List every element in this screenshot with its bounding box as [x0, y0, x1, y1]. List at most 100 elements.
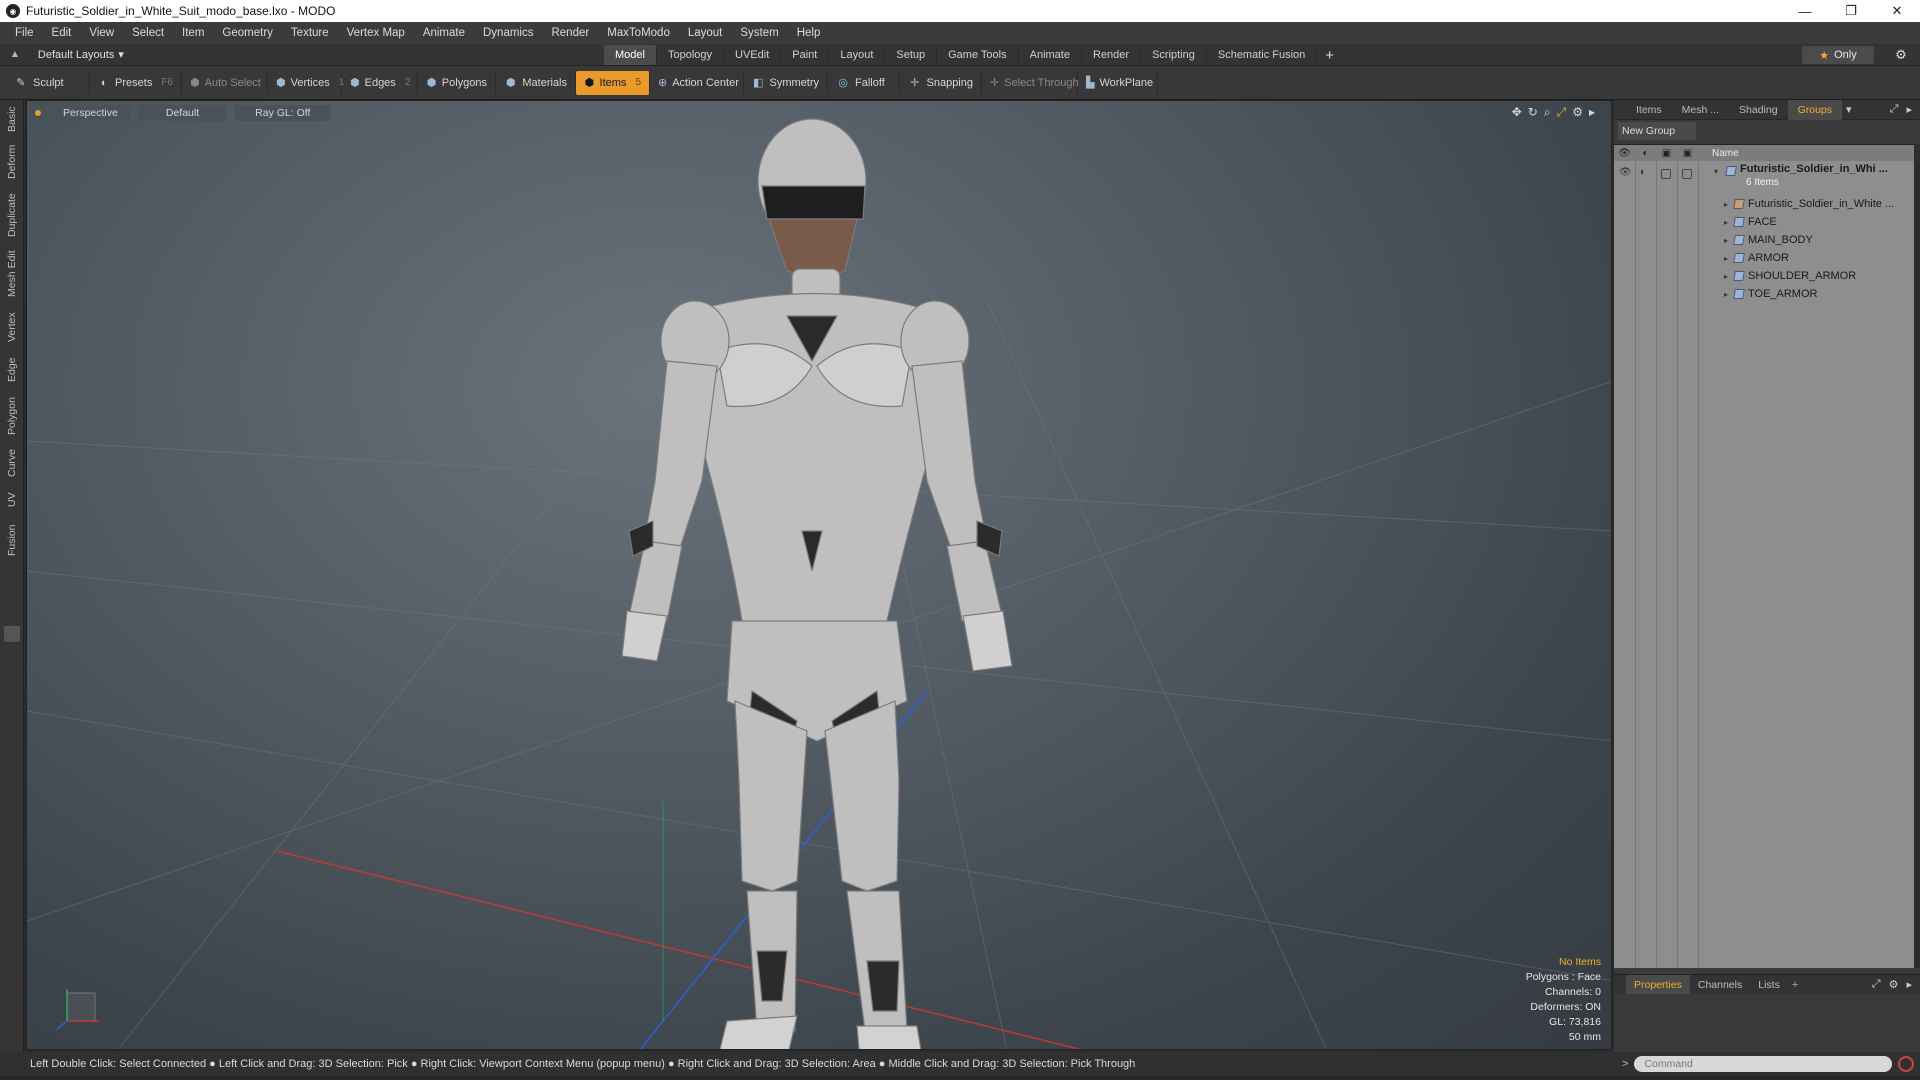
minimize-button[interactable]: —	[1782, 0, 1828, 22]
expand-arrow-icon[interactable]: ▸	[1589, 105, 1595, 120]
expand-arrow-icon[interactable]: ▸	[1724, 290, 1728, 299]
group-member-row[interactable]: ▸ TOE_ARMOR	[1614, 285, 1904, 303]
group-member-row[interactable]: ▸ MAIN_BODY	[1614, 231, 1904, 249]
menu-maxtomodo[interactable]: MaxToModo	[598, 27, 679, 39]
expand-arrow-icon[interactable]: ▸	[1724, 200, 1728, 209]
group-member-row[interactable]: ▸ Futuristic_Soldier_in_White ...	[1614, 195, 1904, 213]
collapse-arrow-icon[interactable]: ▾	[1714, 167, 1718, 176]
menu-dynamics[interactable]: Dynamics	[474, 27, 542, 39]
panel-arrow-icon[interactable]: ▸	[1906, 978, 1912, 991]
restore-button[interactable]: ❐	[1828, 0, 1874, 22]
select-through-button[interactable]: ✛ Select Through	[982, 70, 1079, 95]
rotate-icon[interactable]: ↻	[1528, 105, 1538, 120]
add-tab-icon[interactable]: +	[1792, 979, 1798, 991]
close-button[interactable]: ✕	[1874, 0, 1920, 22]
vtab-deform[interactable]: Deform	[2, 142, 22, 182]
vtab-edge[interactable]: Edge	[2, 354, 22, 386]
lock-column-icon[interactable]: ▣	[1656, 148, 1677, 159]
gear-icon[interactable]: ⚙	[1892, 46, 1910, 64]
tab-topology[interactable]: Topology	[657, 45, 725, 65]
new-group-button[interactable]: New Group	[1618, 122, 1696, 140]
menu-select[interactable]: Select	[123, 27, 173, 39]
panel-toggle-button[interactable]	[4, 626, 20, 642]
maximize-panel-icon[interactable]: ⤢	[1890, 103, 1899, 116]
sculpt-button[interactable]: ✎ Sculpt	[6, 70, 90, 95]
tab-schematic-fusion[interactable]: Schematic Fusion	[1207, 45, 1318, 65]
viewport-settings-icon[interactable]: ⚙	[1572, 105, 1583, 120]
tab-shading[interactable]: Shading	[1729, 100, 1788, 120]
name-column-header[interactable]: Name	[1712, 148, 1739, 159]
auto-select-button[interactable]: ⬢ Auto Select	[182, 70, 268, 95]
maximize-panel-icon[interactable]: ⤢	[1872, 978, 1881, 991]
soldier-model[interactable]	[621, 118, 1013, 1050]
group-member-row[interactable]: ▸ FACE	[1614, 213, 1904, 231]
menu-help[interactable]: Help	[788, 27, 830, 39]
materials-button[interactable]: ⬢ Materials	[496, 70, 576, 95]
vtab-mesh-edit[interactable]: Mesh Edit	[2, 248, 22, 300]
action-center-button[interactable]: ⊕ Action Center	[650, 70, 744, 95]
menu-animate[interactable]: Animate	[414, 27, 474, 39]
menu-file[interactable]: File	[6, 27, 43, 39]
command-history-icon[interactable]	[1898, 1056, 1914, 1072]
menu-vertex-map[interactable]: Vertex Map	[338, 27, 414, 39]
3d-viewport[interactable]: Perspective Default Ray GL: Off ✥ ↻ ⌕ ⤢ …	[26, 100, 1612, 1050]
vtab-basic[interactable]: Basic	[2, 104, 22, 134]
tab-model[interactable]: Model	[604, 45, 657, 65]
collapse-up-icon[interactable]: ▲	[10, 49, 20, 60]
symmetry-button[interactable]: ◧ Symmetry	[744, 70, 828, 95]
pan-icon[interactable]: ✥	[1512, 105, 1522, 120]
tab-animate[interactable]: Animate	[1019, 45, 1082, 65]
vtab-vertex[interactable]: Vertex	[2, 308, 22, 346]
tab-channels[interactable]: Channels	[1690, 975, 1750, 995]
view-mode-dropdown[interactable]: Perspective	[51, 105, 130, 121]
tab-setup[interactable]: Setup	[885, 45, 938, 65]
items-button[interactable]: ⬢ Items 5	[576, 70, 650, 95]
tab-paint[interactable]: Paint	[781, 45, 830, 65]
lock-checkbox[interactable]	[1661, 169, 1671, 179]
tab-render[interactable]: Render	[1082, 45, 1142, 65]
edges-button[interactable]: ⬢ Edges 2	[342, 70, 418, 95]
menu-geometry[interactable]: Geometry	[213, 27, 282, 39]
tab-layout[interactable]: Layout	[829, 45, 886, 65]
workplane-button[interactable]: ▙ WorkPlane	[1078, 70, 1158, 95]
tab-lists[interactable]: Lists	[1750, 975, 1788, 995]
group-row[interactable]: 👁 ◐ ▾ Futuristic_Soldier_in_Whi ... 6 It…	[1614, 163, 1904, 193]
layout-dropdown[interactable]: ▲ Default Layouts ▾	[10, 48, 124, 62]
shading-mode-dropdown[interactable]: Default	[137, 105, 228, 121]
fit-icon[interactable]: ⤢	[1557, 105, 1567, 120]
groups-scrollbar[interactable]	[1914, 144, 1920, 968]
expand-arrow-icon[interactable]: ▸	[1724, 218, 1728, 227]
menu-item[interactable]: Item	[173, 27, 213, 39]
menu-render[interactable]: Render	[542, 27, 598, 39]
tab-properties[interactable]: Properties	[1626, 974, 1690, 995]
panel-arrow-icon[interactable]: ▸	[1906, 103, 1912, 116]
menu-edit[interactable]: Edit	[43, 27, 81, 39]
select-checkbox[interactable]	[1682, 169, 1692, 179]
expand-arrow-icon[interactable]: ▸	[1724, 236, 1728, 245]
eye-icon[interactable]: 👁	[1619, 167, 1632, 178]
command-input[interactable]: Command	[1634, 1056, 1892, 1072]
group-member-row[interactable]: ▸ ARMOR	[1614, 249, 1904, 267]
menu-view[interactable]: View	[80, 27, 123, 39]
menu-layout[interactable]: Layout	[679, 27, 732, 39]
render-column-icon[interactable]: ◐	[1635, 148, 1656, 159]
expand-arrow-icon[interactable]: ▸	[1724, 272, 1728, 281]
snapping-button[interactable]: ✛ Snapping	[900, 70, 982, 95]
presets-button[interactable]: ◐ Presets F6	[90, 70, 182, 95]
add-tab-icon[interactable]: +	[1317, 47, 1342, 64]
zoom-icon[interactable]: ⌕	[1544, 105, 1551, 120]
group-member-row[interactable]: ▸ SHOULDER_ARMOR	[1614, 267, 1904, 285]
falloff-button[interactable]: ◎ Falloff	[828, 70, 900, 95]
tab-uvedit[interactable]: UVEdit	[724, 45, 782, 65]
vertices-button[interactable]: ⬢ Vertices 1	[268, 70, 344, 95]
visibility-column-icon[interactable]: 👁	[1614, 148, 1635, 159]
tabs-dropdown-icon[interactable]: ▾	[1846, 103, 1852, 116]
properties-gear-icon[interactable]: ⚙	[1889, 978, 1899, 991]
only-toggle-button[interactable]: ★ Only	[1802, 46, 1874, 64]
tab-groups[interactable]: Groups	[1787, 99, 1843, 120]
vtab-uv[interactable]: UV	[2, 488, 22, 512]
expand-arrow-icon[interactable]: ▸	[1724, 254, 1728, 263]
vtab-duplicate[interactable]: Duplicate	[2, 190, 22, 240]
tab-game-tools[interactable]: Game Tools	[937, 45, 1019, 65]
menu-system[interactable]: System	[731, 27, 787, 39]
